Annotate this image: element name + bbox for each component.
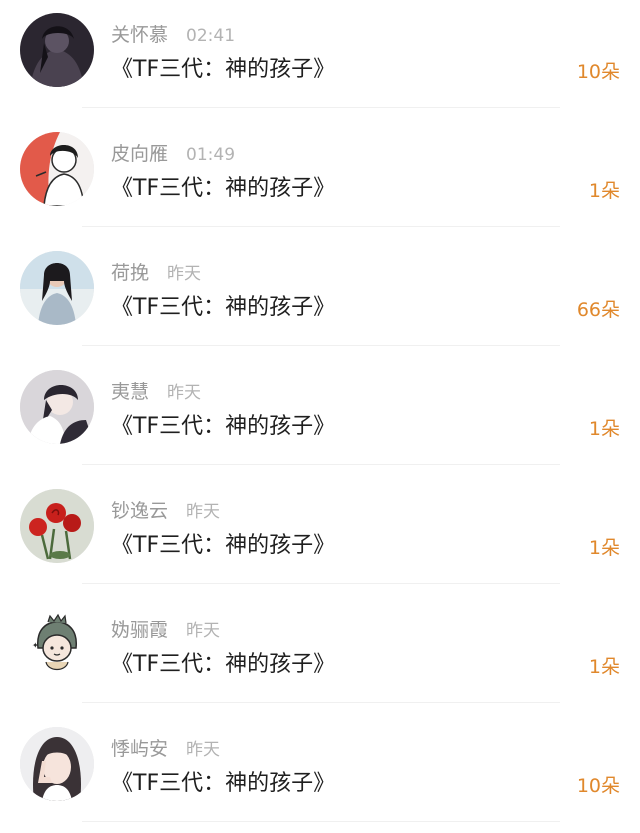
timestamp: 昨天 — [186, 502, 221, 522]
flower-count: 1朵 — [588, 418, 620, 440]
divider — [82, 583, 560, 584]
user-name[interactable]: 妫骊霞 — [111, 615, 168, 642]
list-item[interactable]: 夷慧 昨天 《TF三代：神的孩子》 1朵 — [0, 357, 640, 476]
avatar-girl-beach[interactable] — [20, 251, 94, 325]
item-meta: 钞逸云 昨天 — [111, 496, 220, 522]
item-meta: 悸屿安 昨天 — [111, 734, 220, 760]
list-item[interactable]: 关怀慕 02:41 《TF三代：神的孩子》 10朵 — [0, 0, 640, 119]
avatar-sketch-boy[interactable] — [20, 132, 94, 206]
avatar-dark-figure[interactable] — [20, 13, 94, 87]
flower-count: 1朵 — [588, 180, 620, 202]
timestamp: 昨天 — [186, 740, 221, 760]
user-name[interactable]: 关怀慕 — [111, 20, 168, 47]
user-name[interactable]: 钞逸云 — [111, 496, 168, 523]
book-title[interactable]: 《TF三代：神的孩子》 — [111, 408, 335, 440]
flower-count: 66朵 — [576, 299, 620, 321]
user-name[interactable]: 荷挽 — [111, 258, 149, 285]
book-title[interactable]: 《TF三代：神的孩子》 — [111, 289, 335, 321]
flower-count: 1朵 — [588, 537, 620, 559]
item-meta: 荷挽 昨天 — [111, 258, 201, 284]
divider — [82, 821, 560, 822]
timestamp: 昨天 — [186, 621, 221, 641]
book-title[interactable]: 《TF三代：神的孩子》 — [111, 765, 335, 797]
book-title[interactable]: 《TF三代：神的孩子》 — [111, 170, 335, 202]
list-item[interactable]: ✦ 妫骊霞 昨天 《TF三代：神的孩子》 1朵 — [0, 595, 640, 714]
list-item[interactable]: 钞逸云 昨天 《TF三代：神的孩子》 1朵 — [0, 476, 640, 595]
flower-count: 10朵 — [576, 775, 620, 797]
user-name[interactable]: 悸屿安 — [111, 734, 168, 761]
divider — [82, 464, 560, 465]
svg-text:✦: ✦ — [32, 641, 39, 650]
user-name[interactable]: 夷慧 — [111, 377, 149, 404]
item-meta: 关怀慕 02:41 — [111, 20, 235, 46]
user-name[interactable]: 皮向雁 — [111, 139, 168, 166]
list-item[interactable]: 悸屿安 昨天 《TF三代：神的孩子》 10朵 — [0, 714, 640, 833]
avatar-anime-pair[interactable] — [20, 370, 94, 444]
timestamp: 昨天 — [167, 383, 202, 403]
divider — [82, 226, 560, 227]
timestamp: 01:49 — [186, 145, 236, 165]
flower-count: 10朵 — [576, 61, 620, 83]
list-item[interactable]: 荷挽 昨天 《TF三代：神的孩子》 66朵 — [0, 238, 640, 357]
divider — [82, 107, 560, 108]
item-meta: 妫骊霞 昨天 — [111, 615, 220, 641]
item-meta: 皮向雁 01:49 — [111, 139, 235, 165]
book-title[interactable]: 《TF三代：神的孩子》 — [111, 527, 335, 559]
timestamp: 02:41 — [186, 26, 236, 46]
divider — [82, 702, 560, 703]
avatar-red-roses[interactable] — [20, 489, 94, 563]
item-meta: 夷慧 昨天 — [111, 377, 201, 403]
divider — [82, 345, 560, 346]
timestamp: 昨天 — [167, 264, 202, 284]
book-title[interactable]: 《TF三代：神的孩子》 — [111, 646, 335, 678]
list-item[interactable]: 皮向雁 01:49 《TF三代：神的孩子》 1朵 — [0, 119, 640, 238]
book-title[interactable]: 《TF三代：神的孩子》 — [111, 51, 335, 83]
avatar-dino-hood[interactable]: ✦ — [20, 608, 94, 682]
flower-count: 1朵 — [588, 656, 620, 678]
avatar-girl-peace[interactable] — [20, 727, 94, 801]
